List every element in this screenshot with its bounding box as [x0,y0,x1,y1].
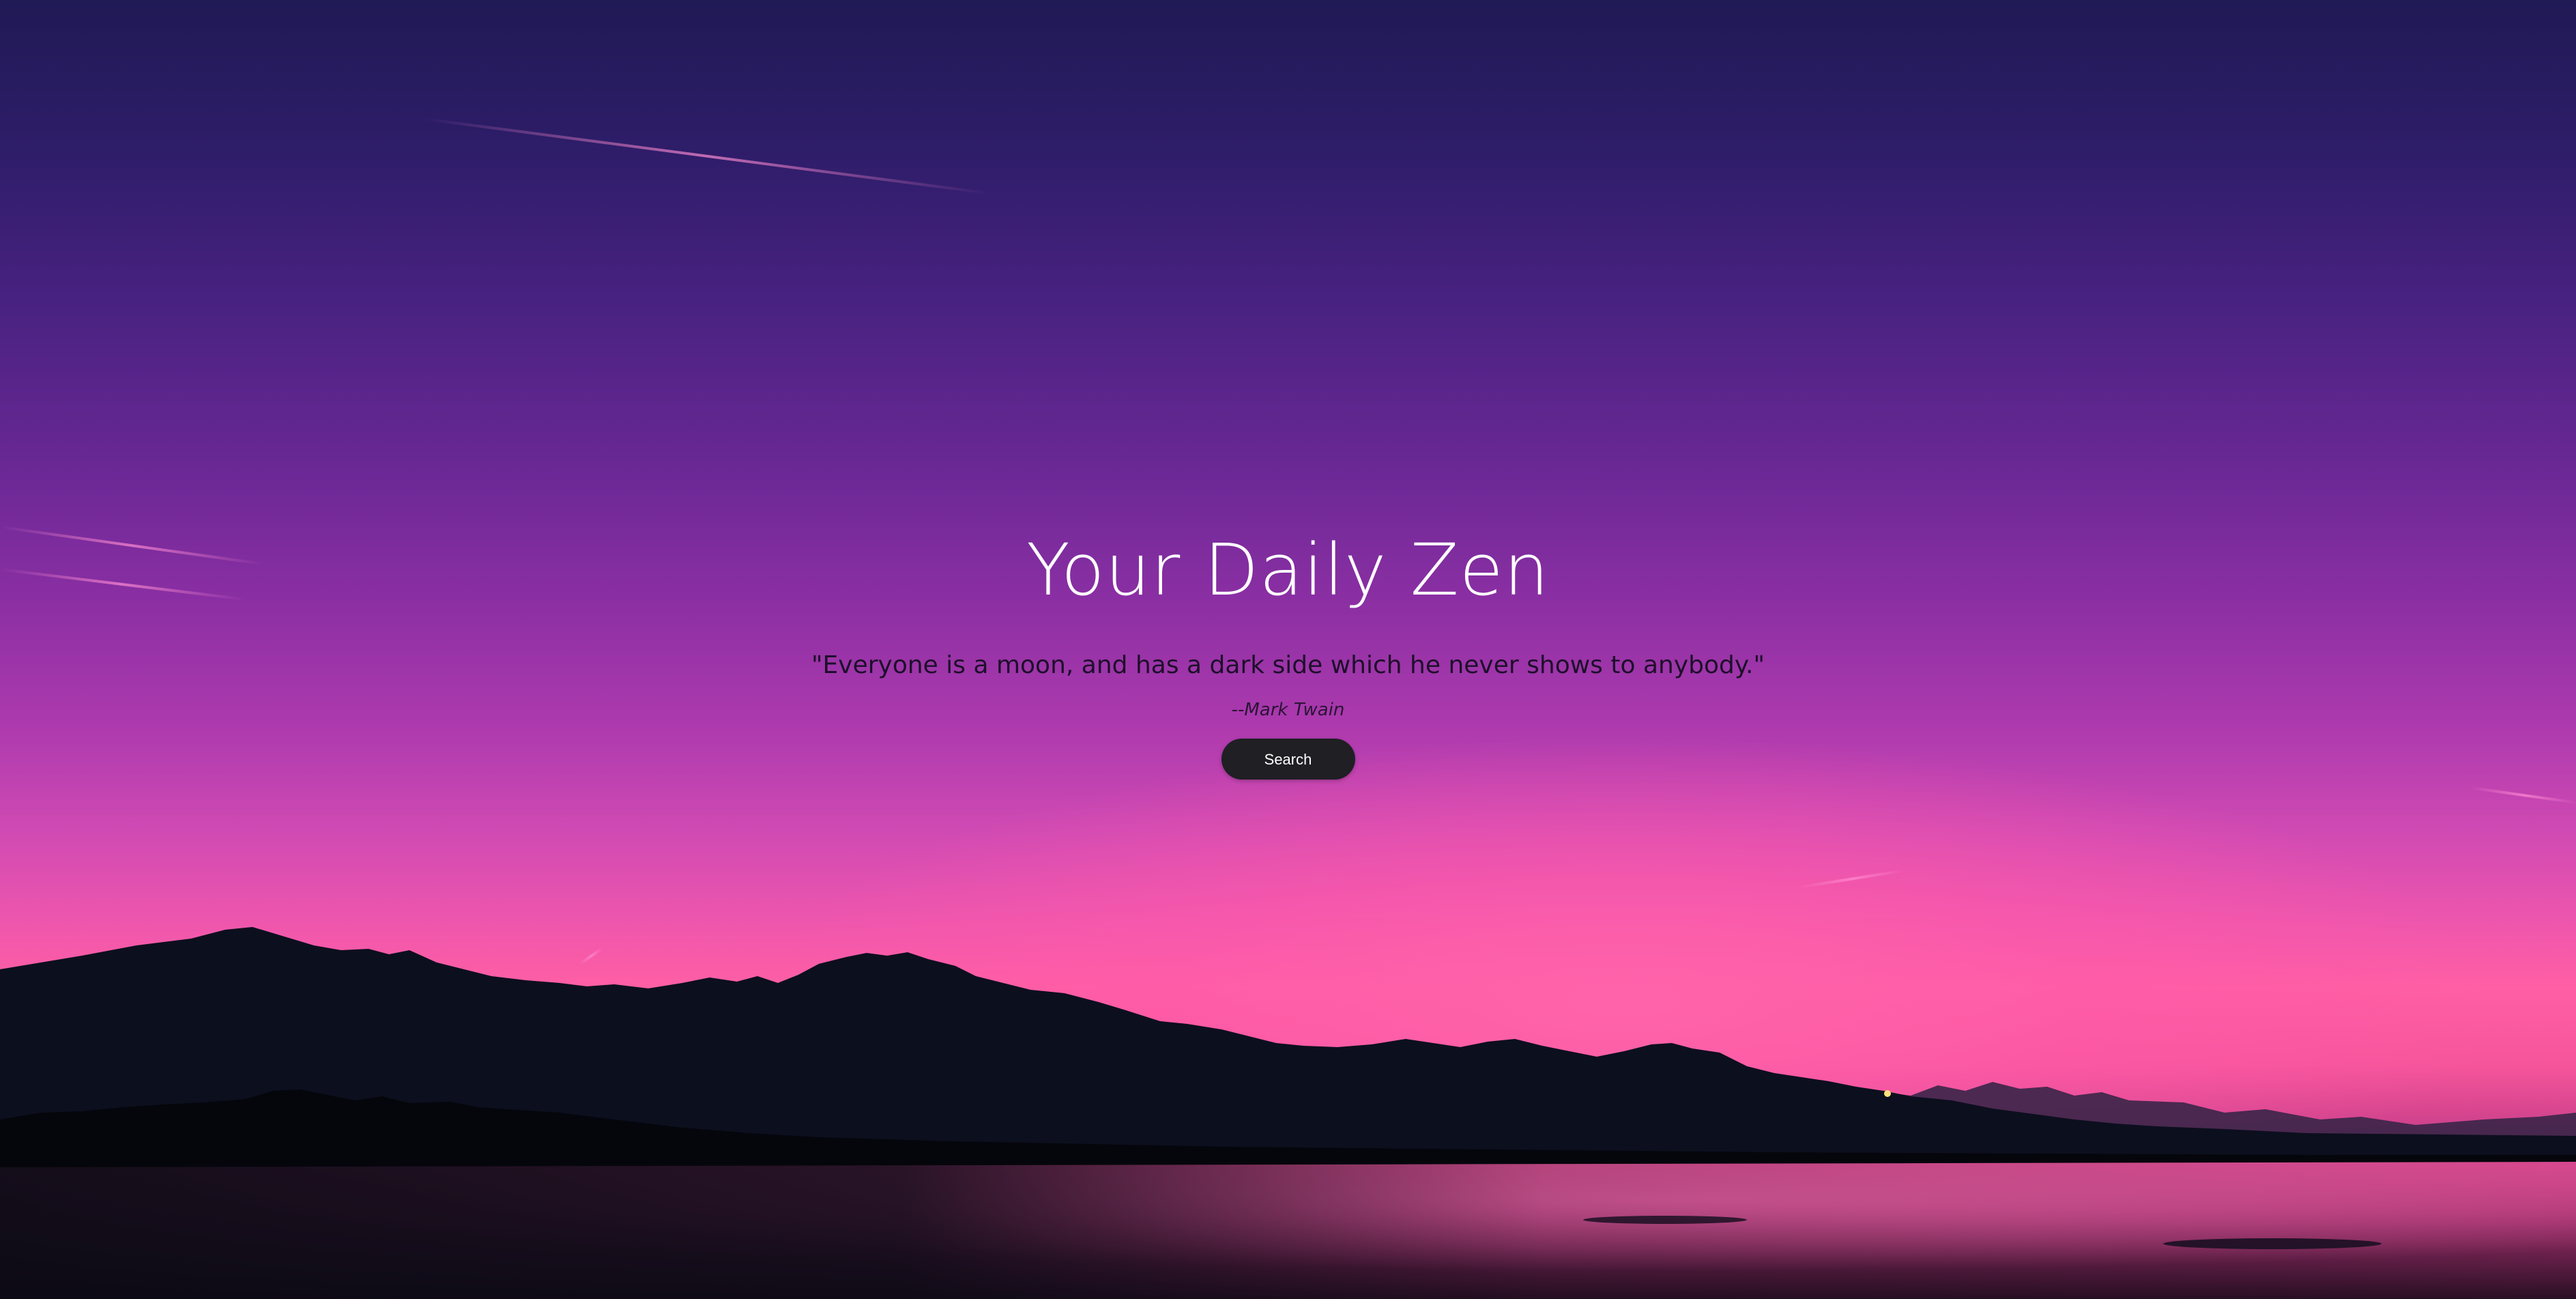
island [1583,1216,1747,1224]
daily-quote: "Everyone is a moon, and has a dark side… [811,651,1765,679]
search-button[interactable]: Search [1221,739,1355,780]
quote-author: --Mark Twain [1231,700,1345,720]
hero-section: Your Daily Zen "Everyone is a moon, and … [0,519,2576,780]
page-title: Your Daily Zen [1026,528,1550,612]
zen-page: Your Daily Zen "Everyone is a moon, and … [0,0,2576,1299]
shore-light [1884,1090,1891,1097]
island [2163,1238,2382,1249]
